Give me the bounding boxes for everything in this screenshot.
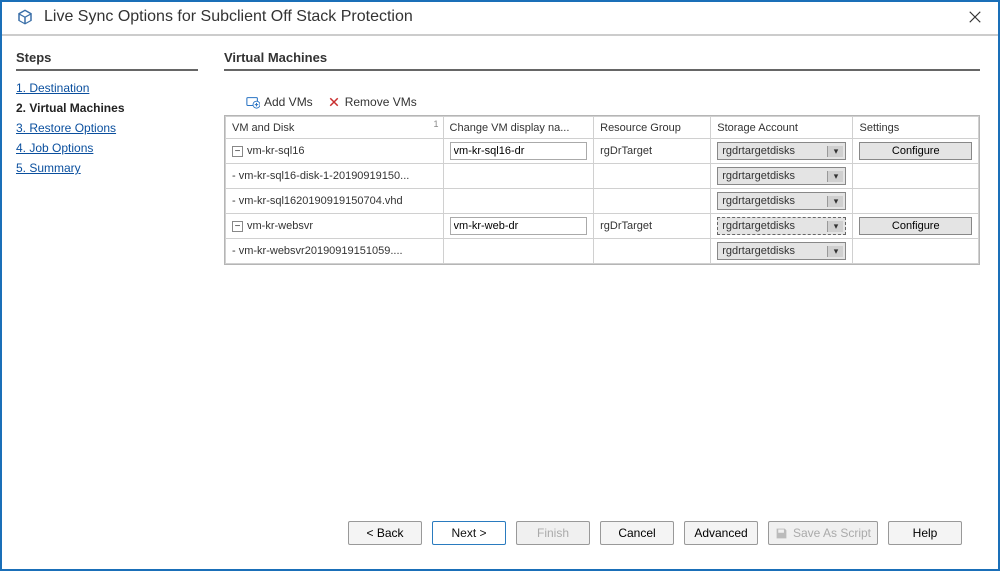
add-vms-icon (246, 95, 260, 109)
cell-storage-account: rgdrtargetdisks▾ (711, 164, 853, 189)
table-header-row: VM and Disk1 Change VM display na... Res… (226, 117, 979, 139)
col-header-resource-group[interactable]: Resource Group (594, 117, 711, 139)
back-button[interactable]: < Back (348, 521, 422, 545)
collapse-icon[interactable]: − (232, 146, 243, 157)
cell-settings: Configure (853, 214, 979, 239)
cell-settings: Configure (853, 139, 979, 164)
content-header: Virtual Machines (224, 50, 980, 71)
chevron-down-icon: ▾ (827, 221, 843, 232)
steps-sidebar: Steps 1. Destination 2. Virtual Machines… (2, 36, 212, 569)
title-bar: Live Sync Options for Subclient Off Stac… (2, 2, 998, 36)
cell-resource-group: rgDrTarget (594, 214, 711, 239)
cell-vm-disk[interactable]: - vm-kr-websvr20190919151059.... (226, 239, 444, 264)
cell-vm[interactable]: −vm-kr-sql16 (226, 139, 444, 164)
table-row: −vm-kr-websvr rgDrTarget rgdrtargetdisks… (226, 214, 979, 239)
dialog-footer: < Back Next > Finish Cancel Advanced Sav… (224, 511, 980, 559)
finish-button: Finish (516, 521, 590, 545)
window-title: Live Sync Options for Subclient Off Stac… (44, 8, 966, 26)
chevron-down-icon: ▾ (827, 171, 843, 182)
cell-display-name (443, 214, 594, 239)
step-summary[interactable]: 5. Summary (16, 161, 198, 175)
chevron-down-icon: ▾ (827, 246, 843, 257)
configure-button[interactable]: Configure (859, 217, 972, 235)
cell-vm-disk[interactable]: - vm-kr-sql1620190919150704.vhd (226, 189, 444, 214)
step-restore-options[interactable]: 3. Restore Options (16, 121, 198, 135)
chevron-down-icon: ▾ (827, 196, 843, 207)
display-name-input[interactable] (450, 142, 588, 160)
col-header-storage-account[interactable]: Storage Account (711, 117, 853, 139)
cell-storage-account: rgdrtargetdisks▾ (711, 239, 853, 264)
table-row: - vm-kr-sql1620190919150704.vhd rgdrtarg… (226, 189, 979, 214)
cell-resource-group: rgDrTarget (594, 139, 711, 164)
step-destination[interactable]: 1. Destination (16, 81, 198, 95)
configure-button[interactable]: Configure (859, 142, 972, 160)
chevron-down-icon: ▾ (827, 146, 843, 157)
remove-vms-button[interactable]: Remove VMs (327, 95, 417, 109)
col-header-settings[interactable]: Settings (853, 117, 979, 139)
steps-header: Steps (16, 50, 198, 71)
step-job-options[interactable]: 4. Job Options (16, 141, 198, 155)
table-row: - vm-kr-websvr20190919151059.... rgdrtar… (226, 239, 979, 264)
save-as-script-button: Save As Script (768, 521, 878, 545)
add-vms-button[interactable]: Add VMs (246, 95, 313, 109)
col-header-display-name[interactable]: Change VM display na... (443, 117, 594, 139)
vm-table-panel: VM and Disk1 Change VM display na... Res… (224, 115, 980, 265)
display-name-input[interactable] (450, 217, 588, 235)
collapse-icon[interactable]: − (232, 221, 243, 232)
next-button[interactable]: Next > (432, 521, 506, 545)
close-icon[interactable] (966, 8, 984, 26)
advanced-button[interactable]: Advanced (684, 521, 758, 545)
remove-vms-label: Remove VMs (345, 95, 417, 109)
cell-display-name (443, 139, 594, 164)
storage-account-select[interactable]: rgdrtargetdisks▾ (717, 192, 846, 210)
storage-account-select[interactable]: rgdrtargetdisks▾ (717, 242, 846, 260)
cancel-button[interactable]: Cancel (600, 521, 674, 545)
vm-toolbar: Add VMs Remove VMs (224, 95, 980, 109)
content-panel: Virtual Machines Add VMs Remove VMs (212, 36, 998, 569)
cell-storage-account: rgdrtargetdisks▾ (711, 139, 853, 164)
cell-storage-account: rgdrtargetdisks▾ (711, 214, 853, 239)
remove-vms-icon (327, 95, 341, 109)
body-area: Steps 1. Destination 2. Virtual Machines… (2, 36, 998, 569)
cell-storage-account: rgdrtargetdisks▾ (711, 189, 853, 214)
dialog-window: Live Sync Options for Subclient Off Stac… (0, 0, 1000, 571)
cell-vm-disk[interactable]: - vm-kr-sql16-disk-1-20190919150... (226, 164, 444, 189)
add-vms-label: Add VMs (264, 95, 313, 109)
help-button[interactable]: Help (888, 521, 962, 545)
storage-account-select[interactable]: rgdrtargetdisks▾ (717, 167, 846, 185)
table-row: - vm-kr-sql16-disk-1-20190919150... rgdr… (226, 164, 979, 189)
cell-vm[interactable]: −vm-kr-websvr (226, 214, 444, 239)
col-header-vm-disk[interactable]: VM and Disk1 (226, 117, 444, 139)
step-virtual-machines[interactable]: 2. Virtual Machines (16, 101, 198, 115)
vm-table: VM and Disk1 Change VM display na... Res… (225, 116, 979, 264)
save-as-script-label: Save As Script (793, 526, 871, 540)
app-icon (16, 8, 34, 26)
storage-account-select[interactable]: rgdrtargetdisks▾ (717, 217, 846, 235)
storage-account-select[interactable]: rgdrtargetdisks▾ (717, 142, 846, 160)
table-row: −vm-kr-sql16 rgDrTarget rgdrtargetdisks▾… (226, 139, 979, 164)
save-icon (775, 527, 788, 540)
